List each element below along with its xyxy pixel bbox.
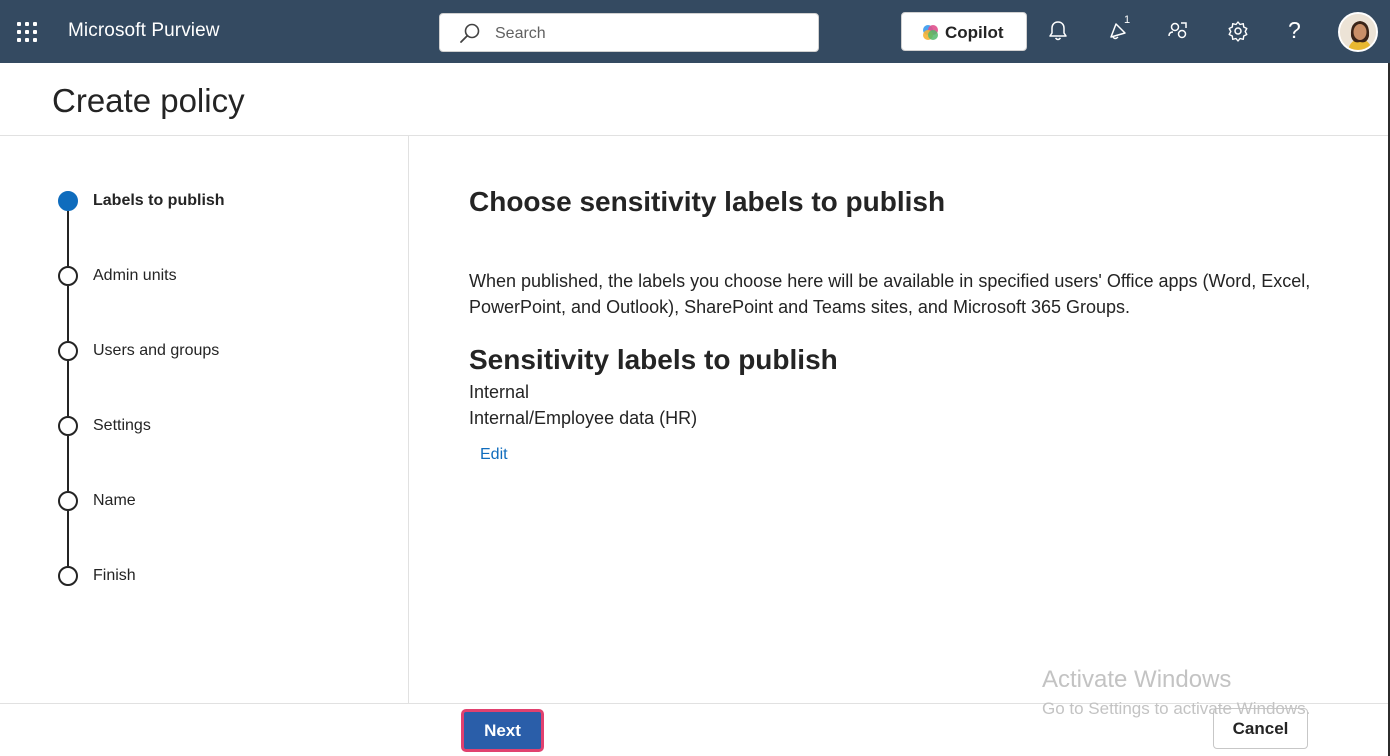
edit-labels-link[interactable]: Edit <box>480 446 508 464</box>
activation-watermark-subtitle: Go to Settings to activate Windows. <box>1042 699 1311 718</box>
search-icon <box>460 23 480 43</box>
step-connector <box>67 361 69 416</box>
search-input[interactable]: Search <box>439 13 819 52</box>
app-launcher-icon[interactable] <box>17 22 39 44</box>
copilot-button[interactable]: Copilot <box>901 12 1027 51</box>
step-connector <box>67 511 69 566</box>
labels-subheading: Sensitivity labels to publish <box>469 344 838 375</box>
step-name[interactable]: Name <box>93 492 136 510</box>
step-connector <box>67 436 69 491</box>
step-indicator <box>58 416 78 436</box>
activation-watermark-title: Activate Windows <box>1042 666 1232 693</box>
step-indicator <box>58 341 78 361</box>
page-title: Create policy <box>52 82 245 119</box>
step-indicator <box>58 566 78 586</box>
bell-icon[interactable] <box>1047 20 1069 42</box>
step-settings[interactable]: Settings <box>93 417 151 435</box>
step-users-and-groups[interactable]: Users and groups <box>93 342 219 360</box>
wizard-steps: Labels to publish Admin units Users and … <box>0 136 409 704</box>
feedback-icon[interactable] <box>1167 20 1189 42</box>
avatar[interactable] <box>1338 12 1378 52</box>
app-title[interactable]: Microsoft Purview <box>68 20 220 42</box>
selected-label-item: Internal <box>469 382 530 402</box>
section-heading: Choose sensitivity labels to publish <box>469 186 946 217</box>
step-indicator <box>58 266 78 286</box>
section-description: When published, the labels you choose he… <box>469 271 1311 317</box>
step-indicator-active <box>58 191 78 211</box>
step-admin-units[interactable]: Admin units <box>93 267 177 285</box>
copilot-icon <box>923 25 938 40</box>
copilot-label: Copilot <box>945 23 1004 42</box>
selected-label-item: Internal/Employee data (HR) <box>469 408 698 428</box>
step-indicator <box>58 491 78 511</box>
step-connector <box>67 286 69 341</box>
help-icon[interactable]: ? <box>1288 17 1301 44</box>
next-button[interactable]: Next <box>461 709 544 752</box>
notification-badge: 1 <box>1124 14 1131 26</box>
search-placeholder: Search <box>495 25 546 42</box>
gear-icon[interactable] <box>1227 20 1249 42</box>
step-finish[interactable]: Finish <box>93 567 136 585</box>
step-connector <box>67 211 69 266</box>
step-labels-to-publish[interactable]: Labels to publish <box>93 192 225 210</box>
top-bar: Microsoft Purview Search Copilot 1 ? <box>0 0 1390 63</box>
